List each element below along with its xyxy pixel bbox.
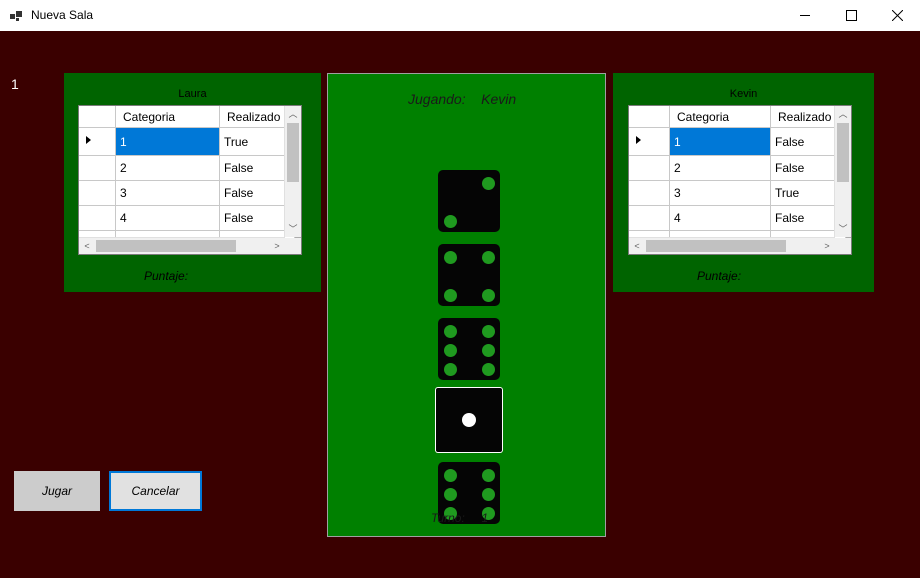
die-pip bbox=[481, 324, 495, 338]
cancelar-button[interactable]: Cancelar bbox=[109, 471, 202, 511]
cell-categoria[interactable]: 1 bbox=[669, 127, 771, 156]
close-button[interactable] bbox=[874, 0, 920, 31]
current-row-arrow-icon bbox=[636, 136, 641, 144]
horizontal-scroll-thumb[interactable] bbox=[96, 240, 236, 252]
row-header[interactable] bbox=[629, 127, 670, 156]
scroll-down-icon[interactable]: ﹀ bbox=[285, 221, 301, 237]
categories-grid[interactable]: Categoria Realizado 1 False 2 False 3 Tr… bbox=[628, 105, 852, 255]
table-row[interactable]: 3 True bbox=[629, 180, 846, 206]
row-header[interactable] bbox=[629, 180, 670, 206]
table-row[interactable]: 1 False bbox=[629, 127, 846, 156]
cell-categoria[interactable]: 1 bbox=[115, 127, 220, 156]
turno-display: Turno: 1 bbox=[431, 511, 488, 525]
player-name: Laura bbox=[178, 88, 207, 100]
die-pip bbox=[481, 468, 495, 482]
current-player-name: Kevin bbox=[481, 91, 517, 107]
maximize-icon bbox=[845, 10, 857, 21]
scroll-up-icon[interactable]: ︿ bbox=[835, 106, 851, 122]
close-icon bbox=[891, 10, 903, 21]
vertical-scrollbar[interactable]: ︿ ﹀ bbox=[834, 106, 851, 237]
maximize-button[interactable] bbox=[828, 0, 874, 31]
row-header-corner bbox=[79, 106, 116, 128]
die-pip bbox=[443, 487, 457, 501]
turno-value: 1 bbox=[481, 511, 489, 525]
scroll-left-icon[interactable]: < bbox=[79, 238, 95, 254]
horizontal-scroll-thumb[interactable] bbox=[646, 240, 786, 252]
scrollbar-corner bbox=[835, 238, 851, 254]
table-row[interactable]: 3 False bbox=[79, 180, 295, 206]
die-pip bbox=[443, 324, 457, 338]
die-pip bbox=[481, 343, 495, 357]
jugando-label: Jugando: bbox=[408, 91, 466, 107]
scrollbar-corner bbox=[285, 238, 301, 254]
die-pip bbox=[481, 362, 495, 376]
horizontal-scrollbar[interactable]: < > bbox=[79, 237, 285, 254]
vertical-scroll-thumb[interactable] bbox=[287, 123, 299, 182]
grid-header-row: Categoria Realizado bbox=[79, 106, 295, 128]
minimize-icon bbox=[799, 15, 810, 16]
row-header[interactable] bbox=[79, 155, 116, 181]
cell-categoria[interactable]: 4 bbox=[115, 205, 220, 231]
die-pip bbox=[481, 288, 495, 302]
current-player-label: Jugando: Kevin bbox=[408, 91, 516, 107]
table-row[interactable]: 2 False bbox=[629, 155, 846, 181]
die-pip bbox=[481, 250, 495, 264]
row-header-corner bbox=[629, 106, 670, 128]
dice-board: Jugando: Kevin Turno: 1 bbox=[327, 73, 606, 537]
window-title: Nueva Sala bbox=[31, 8, 94, 22]
horizontal-scrollbar[interactable]: < > bbox=[629, 237, 835, 254]
die-1[interactable] bbox=[438, 170, 500, 232]
puntaje-label: Puntaje: bbox=[144, 269, 189, 283]
die-2[interactable] bbox=[438, 244, 500, 306]
vertical-scrollbar[interactable]: ︿ ﹀ bbox=[284, 106, 301, 237]
turno-label: Turno: bbox=[431, 511, 465, 525]
row-header[interactable] bbox=[79, 127, 116, 156]
cell-categoria[interactable]: 2 bbox=[115, 155, 220, 181]
table-row[interactable]: 4 False bbox=[79, 205, 295, 231]
cell-categoria[interactable]: 2 bbox=[669, 155, 771, 181]
scroll-left-icon[interactable]: < bbox=[629, 238, 645, 254]
die-pip bbox=[462, 413, 476, 427]
categories-grid[interactable]: Categoria Realizado 1 True 2 False 3 Fal… bbox=[78, 105, 302, 255]
minimize-button[interactable] bbox=[782, 0, 828, 31]
die-pip bbox=[443, 362, 457, 376]
column-header-categoria[interactable]: Categoria bbox=[669, 106, 771, 128]
grid-header-row: Categoria Realizado bbox=[629, 106, 846, 128]
die-pip bbox=[481, 487, 495, 501]
die-pip bbox=[443, 468, 457, 482]
table-row[interactable]: 1 True bbox=[79, 127, 295, 156]
table-row[interactable]: 2 False bbox=[79, 155, 295, 181]
die-3[interactable] bbox=[438, 318, 500, 380]
row-header[interactable] bbox=[79, 205, 116, 231]
die-pip bbox=[481, 176, 495, 190]
die-pip bbox=[443, 343, 457, 357]
scroll-right-icon[interactable]: > bbox=[819, 238, 835, 254]
scroll-right-icon[interactable]: > bbox=[269, 238, 285, 254]
player-name: Kevin bbox=[729, 88, 758, 100]
vertical-scroll-thumb[interactable] bbox=[837, 123, 849, 182]
cell-categoria[interactable]: 3 bbox=[669, 180, 771, 206]
title-bar: Nueva Sala bbox=[0, 0, 920, 32]
die-pip bbox=[443, 214, 457, 228]
client-area: 1 Laura Categoria Realizado 1 True 2 Fal… bbox=[0, 31, 920, 578]
row-header[interactable] bbox=[629, 205, 670, 231]
scroll-down-icon[interactable]: ﹀ bbox=[835, 221, 851, 237]
scroll-up-icon[interactable]: ︿ bbox=[285, 106, 301, 122]
player-panel-kevin: Kevin Categoria Realizado 1 False 2 Fals… bbox=[613, 73, 874, 292]
row-header[interactable] bbox=[79, 180, 116, 206]
table-row[interactable]: 4 False bbox=[629, 205, 846, 231]
cell-categoria[interactable]: 4 bbox=[669, 205, 771, 231]
column-header-categoria[interactable]: Categoria bbox=[115, 106, 220, 128]
cell-categoria[interactable]: 3 bbox=[115, 180, 220, 206]
puntaje-label: Puntaje: bbox=[697, 269, 742, 283]
die-pip bbox=[443, 288, 457, 302]
player-panel-laura: Laura Categoria Realizado 1 True 2 False… bbox=[64, 73, 321, 292]
row-header[interactable] bbox=[629, 155, 670, 181]
die-4[interactable] bbox=[436, 388, 502, 452]
jugar-button[interactable]: Jugar bbox=[14, 471, 100, 511]
round-label: 1 bbox=[11, 76, 19, 92]
app-icon bbox=[10, 11, 22, 21]
current-row-arrow-icon bbox=[86, 136, 91, 144]
die-pip bbox=[443, 250, 457, 264]
